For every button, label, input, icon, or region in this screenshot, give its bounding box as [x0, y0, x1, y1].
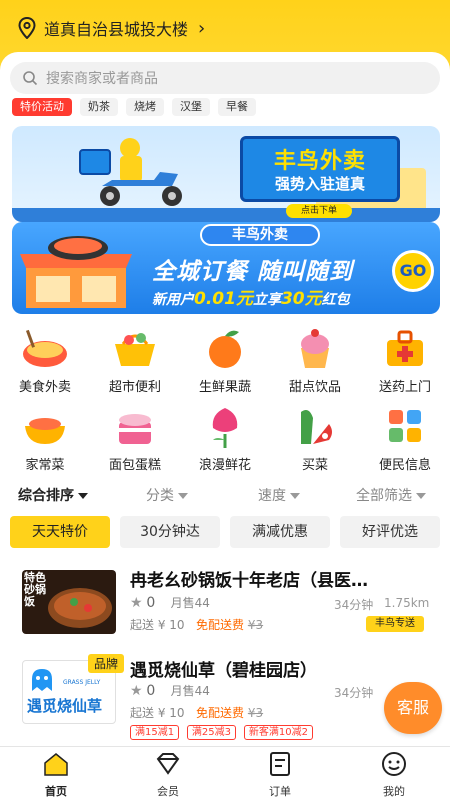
shop-fees: 起送 ¥ 10 免配送费 ¥3 [130, 618, 264, 632]
promo-banner-citywide[interactable]: 丰鸟外卖 全城订餐 随叫随到 新用户0.01元立享30元红包 GO [12, 222, 440, 314]
category-public-info[interactable]: 便民信息 [360, 404, 450, 473]
promo-tag: 新客满10减2 [243, 725, 313, 740]
category-home-cooking[interactable]: 家常菜 [0, 404, 90, 473]
dish-icon [25, 418, 65, 444]
go-button[interactable]: GO [392, 250, 434, 292]
promo-tag: 满15减1 [130, 725, 180, 740]
category-bread-cake[interactable]: 面包蛋糕 [90, 404, 180, 473]
sort-bar: 综合排序 分类 速度 全部筛选 [0, 484, 450, 506]
thumbnail-caption: 特色砂锅饭 [24, 571, 46, 608]
grid-icon [389, 410, 421, 442]
category-supermarket[interactable]: 超市便利 [90, 326, 180, 395]
cake-icon [119, 414, 151, 444]
basket-icon [115, 333, 155, 366]
tab-home[interactable]: 首页 [16, 751, 96, 799]
delivery-rider-illustration [79, 138, 182, 206]
distance: 1.75km [384, 596, 430, 610]
banner2-tag: 丰鸟外卖 [200, 224, 320, 246]
order-icon [270, 752, 290, 776]
home-icon [44, 753, 68, 776]
category-food-delivery[interactable]: 美食外卖 [0, 326, 90, 395]
location-pin-icon [18, 17, 36, 39]
shop-stats: ★ 0 月售44 [130, 683, 210, 699]
star-icon: ★ [130, 683, 143, 699]
location-selector[interactable]: 道真自治县城投大楼 › [18, 16, 205, 40]
category-groceries[interactable]: 买菜 [270, 404, 360, 473]
banner-signboard: 丰鸟外卖 强势入驻道真 [240, 136, 400, 202]
shop-name: 冉老幺砂锅饭十年老店（县医… [130, 571, 368, 591]
chip-breakfast[interactable]: 早餐 [218, 98, 256, 116]
delivery-badge: 丰鸟专送 [366, 616, 424, 632]
category-dessert-drinks[interactable]: 甜点饮品 [270, 326, 360, 395]
category-flowers[interactable]: 浪漫鲜花 [180, 404, 270, 473]
vegetable-icon [301, 410, 332, 444]
location-text: 道真自治县城投大楼 [44, 20, 189, 39]
hot-keywords: 特价活动 奶茶 烧烤 汉堡 早餐 [12, 98, 256, 116]
chip-milk-tea[interactable]: 奶茶 [80, 98, 118, 116]
category-medicine-delivery[interactable]: 送药上门 [360, 326, 450, 395]
medicine-icon [387, 330, 423, 366]
filter-30min[interactable]: 30分钟达 [120, 516, 220, 548]
brand-badge: 品牌 [88, 654, 125, 673]
shop-card[interactable]: 遇觅烧仙草 GRASS JELLY 品牌 遇觅烧仙草（碧桂园店） ★ 0 月售4… [10, 650, 440, 746]
flower-icon [212, 408, 238, 448]
banner2-subline: 新用户0.01元立享30元红包 [152, 289, 350, 309]
shop-fees: 起送 ¥ 10 免配送费 ¥3 [130, 706, 264, 720]
chip-special-offer[interactable]: 特价活动 [12, 98, 72, 116]
filter-daily-special[interactable]: 天天特价 [10, 516, 110, 548]
shop-card[interactable]: 特色砂锅饭 冉老幺砂锅饭十年老店（县医… ★ 0 月售44 34分钟 1.75k… [10, 560, 440, 640]
banner2-headline: 全城订餐 随叫随到 [152, 259, 354, 285]
fruit-icon [209, 330, 241, 368]
sort-speed[interactable]: 速度 [258, 485, 300, 505]
chip-bbq[interactable]: 烧烤 [126, 98, 164, 116]
search-input[interactable]: 搜索商家或者商品 [10, 62, 440, 94]
logo-text: 遇觅烧仙草 [27, 697, 103, 715]
ghost-logo-icon [32, 669, 52, 691]
category-fresh-produce[interactable]: 生鲜果蔬 [180, 326, 270, 395]
promo-tag: 满25减3 [186, 725, 237, 740]
caret-down-icon [416, 493, 426, 499]
banner1-order-button[interactable]: 点击下单 [286, 204, 352, 218]
food-icon [23, 329, 67, 367]
tab-profile[interactable]: 我的 [354, 751, 434, 799]
logo-subtext: GRASS JELLY [63, 679, 101, 686]
food-shop-illustration [20, 236, 132, 308]
shop-stats: ★ 0 月售44 [130, 595, 210, 611]
caret-down-icon [290, 493, 300, 499]
tab-orders[interactable]: 订单 [240, 751, 320, 799]
caret-down-icon [178, 493, 188, 499]
caret-down-icon [78, 493, 88, 499]
bottom-tab-bar: 首页 会员 订单 我的 [0, 746, 450, 800]
tab-membership[interactable]: 会员 [128, 751, 208, 799]
filter-discount[interactable]: 满减优惠 [230, 516, 330, 548]
banner1-title: 丰鸟外卖 [273, 149, 366, 174]
promo-banner-rider[interactable]: 丰鸟外卖 强势入驻道真 点击下单 [12, 126, 440, 222]
filter-top-rated[interactable]: 好评优选 [340, 516, 440, 548]
star-icon: ★ [130, 595, 143, 611]
sort-comprehensive[interactable]: 综合排序 [18, 485, 88, 505]
chip-burger[interactable]: 汉堡 [172, 98, 210, 116]
search-placeholder: 搜索商家或者商品 [46, 71, 158, 87]
sort-all-filters[interactable]: 全部筛选 [356, 485, 426, 505]
delivery-time: 34分钟 [334, 598, 374, 612]
diamond-icon [156, 753, 180, 775]
promo-tags: 满15减1 满25减3 新客满10减2 [130, 724, 317, 740]
chevron-right-icon: › [198, 17, 206, 39]
delivery-time: 34分钟 [334, 686, 374, 700]
profile-icon [382, 752, 406, 776]
search-icon [23, 71, 38, 86]
customer-service-button[interactable]: 客服 [384, 682, 442, 734]
dessert-icon [301, 329, 329, 368]
quick-filters: 天天特价 30分钟达 满减优惠 好评优选 [10, 516, 442, 548]
banner1-subtitle: 强势入驻道真 [274, 175, 365, 193]
sort-category[interactable]: 分类 [146, 485, 188, 505]
shop-name: 遇觅烧仙草（碧桂园店） [130, 661, 317, 681]
